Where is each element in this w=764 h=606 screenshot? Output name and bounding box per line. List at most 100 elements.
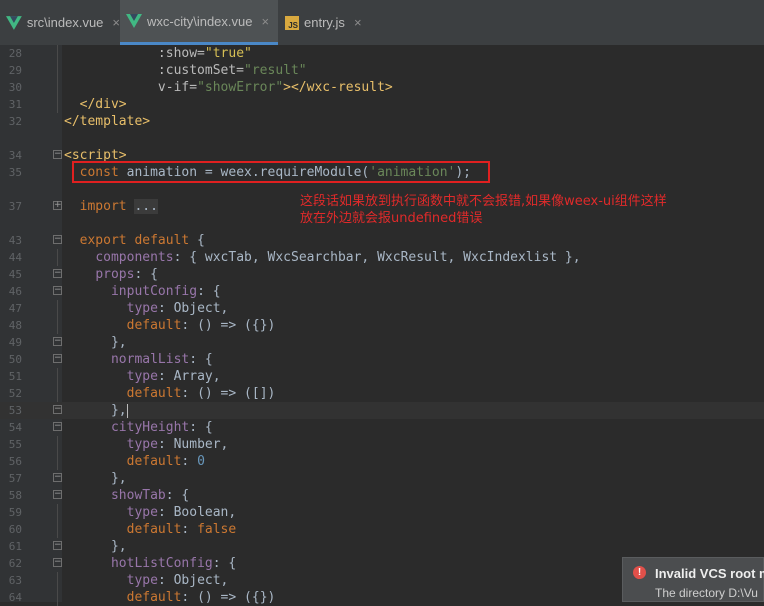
line-number: 34: [8, 149, 22, 162]
code-text: : () => ({}): [181, 318, 276, 333]
line-number: 62: [8, 557, 22, 570]
line-number: 31: [8, 98, 22, 111]
code-line-current: 53 − },: [0, 402, 764, 419]
code-line: 61 − },: [0, 538, 764, 555]
code-string: "true": [204, 46, 252, 61]
code-line: 59 type: Boolean,: [0, 504, 764, 521]
code-text: : {: [189, 420, 213, 435]
code-property: normalList: [110, 352, 190, 367]
line-number: 35: [8, 166, 22, 179]
code-line: 49 − },: [0, 334, 764, 351]
vue-icon: [6, 15, 22, 30]
code-line: 56 default: 0: [0, 453, 764, 470]
code-text: },: [110, 539, 127, 554]
code-text: : {: [165, 488, 190, 503]
code-tag: </template>: [64, 114, 151, 129]
code-text: :show=: [64, 46, 205, 61]
fold-toggle-icon[interactable]: −: [53, 354, 62, 363]
code-text: : Array,: [157, 369, 221, 384]
tab-src-index-vue[interactable]: src\index.vue ×: [0, 0, 120, 45]
code-text: :customSet=: [64, 63, 245, 78]
vue-icon: [126, 14, 142, 28]
code-property: type: [126, 505, 158, 520]
code-line: 44 components: { wxcTab, WxcSearchbar, W…: [0, 249, 764, 266]
fold-toggle-icon[interactable]: −: [53, 286, 62, 295]
code-text: : () => ([]): [181, 386, 276, 401]
code-text: v-if=: [64, 80, 198, 95]
code-property: type: [126, 573, 158, 588]
tab-label: src\index.vue: [26, 15, 104, 30]
code-tag: ></wxc-result>: [283, 80, 393, 95]
fold-toggle-icon[interactable]: −: [53, 337, 62, 346]
line-number: 47: [8, 302, 22, 315]
code-property: props: [95, 267, 135, 282]
code-property: type: [126, 301, 158, 316]
fold-toggle-icon[interactable]: −: [53, 269, 62, 278]
fold-toggle-icon[interactable]: −: [53, 473, 62, 482]
close-icon[interactable]: ×: [354, 15, 362, 30]
code-line: 32 </template>: [0, 113, 764, 130]
code-text: :: [181, 522, 198, 537]
code-text: : {: [134, 267, 158, 282]
code-tag: </div>: [64, 97, 127, 112]
code-line: 29 :customSet="result": [0, 62, 764, 79]
code-keyword: default: [126, 522, 182, 537]
code-line: 50 − normalList: {: [0, 351, 764, 368]
code-line: 58 − showTab: {: [0, 487, 764, 504]
vcs-error-notification[interactable]: ! Invalid VCS root m The directory D:\Vu: [622, 557, 764, 602]
code-text: },: [110, 471, 127, 486]
line-number: 50: [8, 353, 22, 366]
tab-wxc-city-index-vue[interactable]: wxc-city\index.vue ×: [120, 0, 278, 45]
line-number: 55: [8, 438, 22, 451]
line-number: 64: [8, 591, 22, 604]
code-line: 51 type: Array,: [0, 368, 764, 385]
line-number: 29: [8, 64, 22, 77]
line-number: 48: [8, 319, 22, 332]
fold-toggle-icon[interactable]: −: [53, 405, 62, 414]
tab-label: wxc-city\index.vue: [147, 13, 253, 29]
tab-label: entry.js: [304, 15, 345, 30]
line-number: 60: [8, 523, 22, 536]
code-text: : Object,: [157, 301, 229, 316]
code-property: inputConfig: [110, 284, 198, 299]
code-line: 31 </div>: [0, 96, 764, 113]
line-number: 52: [8, 387, 22, 400]
line-number: 51: [8, 370, 22, 383]
code-keyword: default: [126, 318, 182, 333]
close-icon[interactable]: ×: [261, 14, 269, 29]
code-property: type: [126, 369, 158, 384]
folded-code-placeholder[interactable]: ...: [134, 199, 158, 214]
line-number: 32: [8, 115, 22, 128]
fold-toggle-icon[interactable]: −: [53, 422, 62, 431]
code-text: {: [189, 233, 205, 248]
fold-toggle-icon[interactable]: +: [53, 201, 62, 210]
code-line: 43 − export default {: [0, 232, 764, 249]
code-line: 52 default: () => ([]): [0, 385, 764, 402]
fold-toggle-icon[interactable]: −: [53, 490, 62, 499]
line-number: 45: [8, 268, 22, 281]
close-icon[interactable]: ×: [112, 15, 120, 30]
code-keyword: default: [126, 590, 182, 605]
code-text: : Number,: [157, 437, 229, 452]
code-keyword: export default: [79, 233, 190, 248]
fold-toggle-icon[interactable]: −: [53, 235, 62, 244]
code-text: : {: [189, 352, 213, 367]
tab-entry-js[interactable]: JS entry.js ×: [279, 0, 369, 45]
line-number: 49: [8, 336, 22, 349]
annotation-note: 这段话如果放到执行函数中就不会报错,如果像weex-ui组件这样 放在外边就会报…: [300, 193, 720, 227]
fold-toggle-icon[interactable]: −: [53, 558, 62, 567]
line-number: 61: [8, 540, 22, 553]
code-string: "showError": [197, 80, 284, 95]
line-number: 30: [8, 81, 22, 94]
fold-toggle-icon[interactable]: −: [53, 150, 62, 159]
line-number: 56: [8, 455, 22, 468]
code-line: 30 v-if="showError"></wxc-result>: [0, 79, 764, 96]
code-text: },: [110, 335, 127, 350]
code-line: 47 type: Object,: [0, 300, 764, 317]
code-text: : { wxcTab, WxcSearchbar, WxcResult, Wxc…: [173, 250, 581, 265]
code-keyword: default: [126, 454, 182, 469]
line-number: 57: [8, 472, 22, 485]
line-number: 59: [8, 506, 22, 519]
fold-toggle-icon[interactable]: −: [53, 541, 62, 550]
code-text: },: [110, 403, 127, 418]
